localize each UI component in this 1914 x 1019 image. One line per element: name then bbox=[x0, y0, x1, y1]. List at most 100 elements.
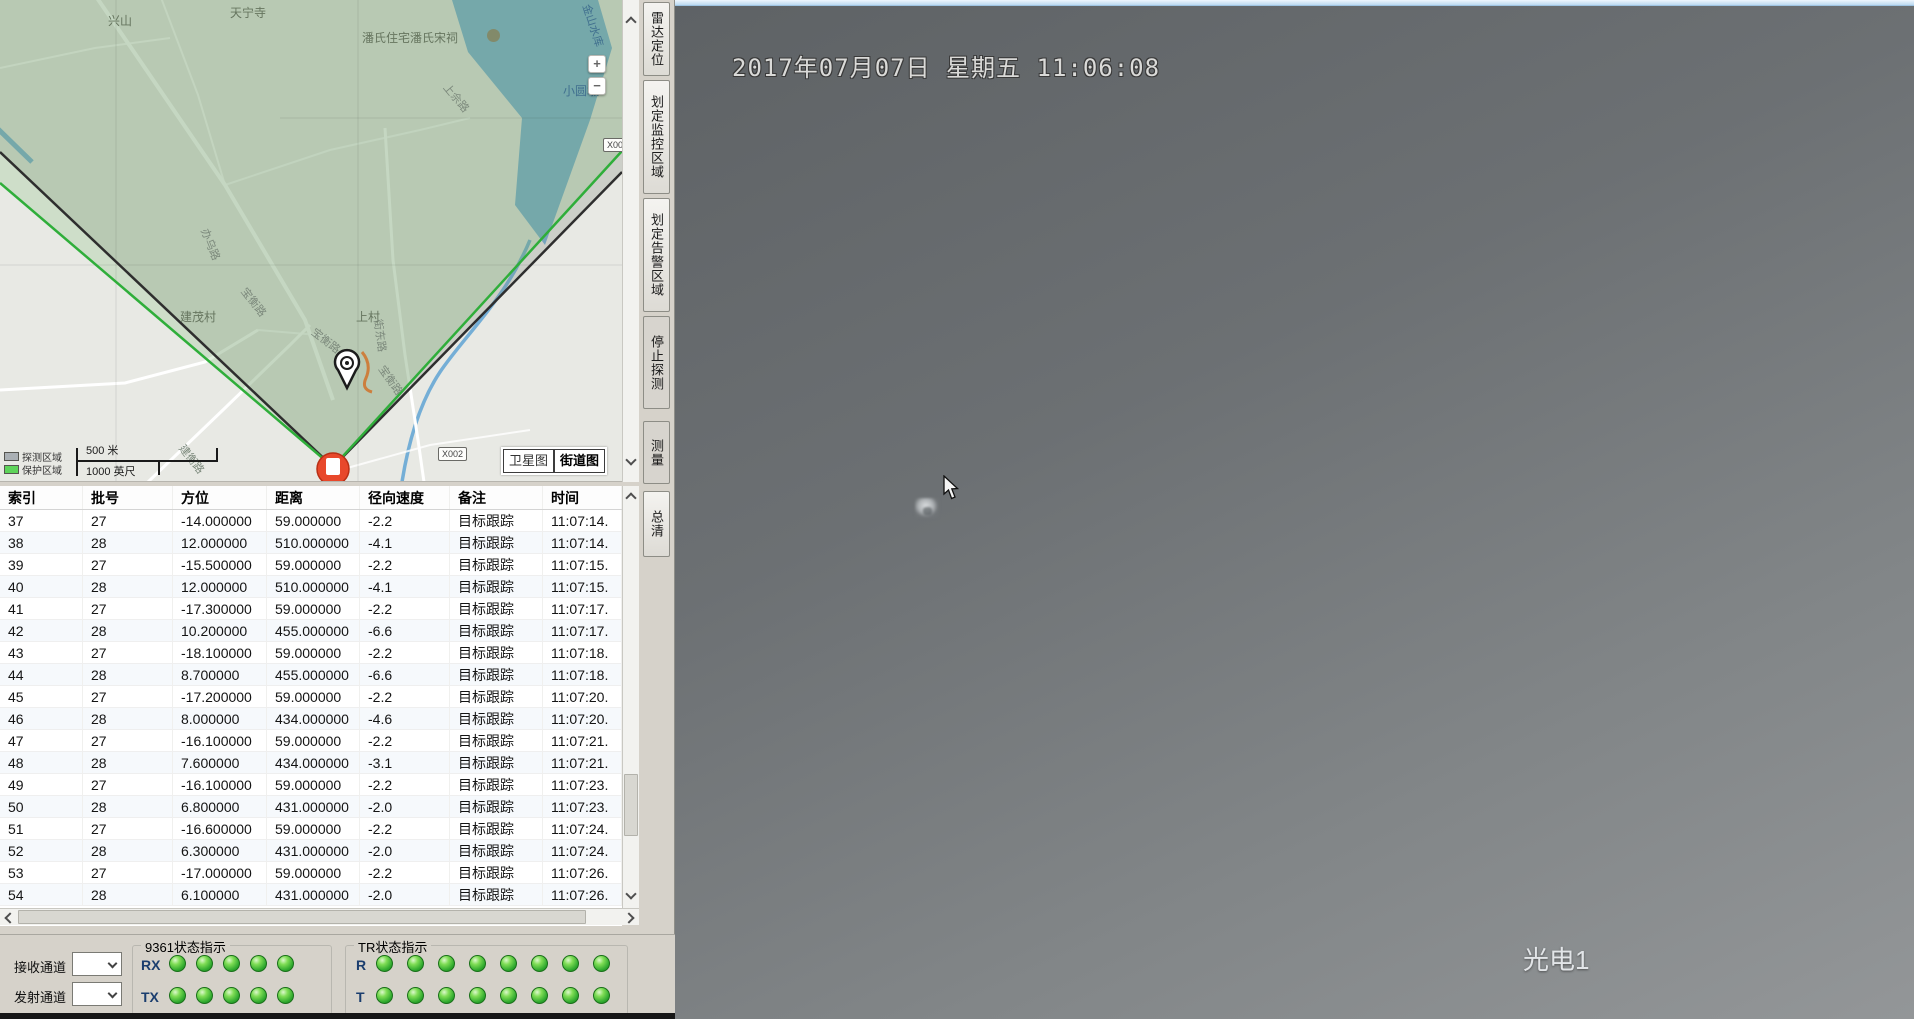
t-label: T bbox=[356, 989, 365, 1005]
chevron-down-icon bbox=[108, 959, 118, 969]
map-scrollbar[interactable] bbox=[622, 0, 639, 482]
tx-led-icon bbox=[196, 987, 213, 1004]
cell-remark: 目标跟踪 bbox=[450, 708, 543, 729]
cell-time: 11:07:24. bbox=[543, 840, 622, 861]
col-header-batch[interactable]: 批号 bbox=[83, 486, 173, 509]
table-row[interactable]: 39 27 -15.500000 59.000000 -2.2 目标跟踪 11:… bbox=[0, 554, 622, 576]
cell-batch: 28 bbox=[83, 708, 173, 729]
cell-index: 54 bbox=[0, 884, 83, 905]
tracked-object bbox=[915, 498, 939, 518]
radar-optoelectronic-console: 兴山 天宁寺 潘氏住宅潘氏宋祠 金山水库 小圆墩 上佘路 办乌路 宝衡路 宝衡路… bbox=[0, 0, 1914, 1019]
r-led-icon bbox=[469, 955, 486, 972]
cell-batch: 28 bbox=[83, 620, 173, 641]
cell-index: 42 bbox=[0, 620, 83, 641]
cell-time: 11:07:17. bbox=[543, 620, 622, 641]
cell-azimuth: 10.200000 bbox=[173, 620, 267, 641]
osd-timestamp: 2017年07月07日 星期五 11:06:08 bbox=[732, 48, 1160, 83]
map-zoom-out-button[interactable]: − bbox=[588, 77, 606, 95]
scroll-up-icon[interactable] bbox=[625, 492, 636, 503]
transmit-channel-select[interactable] bbox=[72, 982, 122, 1006]
cell-time: 11:07:23. bbox=[543, 774, 622, 795]
table-hscrollbar[interactable] bbox=[0, 908, 639, 925]
map-view[interactable]: 兴山 天宁寺 潘氏住宅潘氏宋祠 金山水库 小圆墩 上佘路 办乌路 宝衡路 宝衡路… bbox=[0, 0, 622, 482]
table-row[interactable]: 49 27 -16.100000 59.000000 -2.2 目标跟踪 11:… bbox=[0, 774, 622, 796]
table-row[interactable]: 53 27 -17.000000 59.000000 -2.2 目标跟踪 11:… bbox=[0, 862, 622, 884]
table-row[interactable]: 37 27 -14.000000 59.000000 -2.2 目标跟踪 11:… bbox=[0, 510, 622, 532]
radar-locate-button[interactable]: 雷达定位 bbox=[643, 2, 670, 76]
table-row[interactable]: 40 28 12.000000 510.000000 -4.1 目标跟踪 11:… bbox=[0, 576, 622, 598]
cell-remark: 目标跟踪 bbox=[450, 752, 543, 773]
t-led-icon bbox=[562, 987, 579, 1004]
table-row[interactable]: 45 27 -17.200000 59.000000 -2.2 目标跟踪 11:… bbox=[0, 686, 622, 708]
cell-azimuth: 12.000000 bbox=[173, 532, 267, 553]
cell-batch: 28 bbox=[83, 664, 173, 685]
define-alert-area-button[interactable]: 划定告警区域 bbox=[643, 198, 670, 312]
cell-index: 48 bbox=[0, 752, 83, 773]
scroll-down-icon[interactable] bbox=[625, 454, 636, 465]
col-header-time[interactable]: 时间 bbox=[543, 486, 622, 509]
cell-azimuth: -16.100000 bbox=[173, 774, 267, 795]
table-row[interactable]: 51 27 -16.600000 59.000000 -2.2 目标跟踪 11:… bbox=[0, 818, 622, 840]
table-row[interactable]: 41 27 -17.300000 59.000000 -2.2 目标跟踪 11:… bbox=[0, 598, 622, 620]
table-vscrollbar[interactable] bbox=[622, 486, 639, 908]
camera-name-label: 光电1 bbox=[1523, 940, 1589, 977]
scroll-left-icon[interactable] bbox=[4, 912, 15, 923]
video-feed[interactable]: 2017年07月07日 星期五 11:06:08 光电1 bbox=[675, 0, 1914, 1019]
cell-time: 11:07:26. bbox=[543, 884, 622, 905]
table-row[interactable]: 46 28 8.000000 434.000000 -4.6 目标跟踪 11:0… bbox=[0, 708, 622, 730]
map-zoom-in-button[interactable]: + bbox=[588, 55, 606, 73]
cell-batch: 28 bbox=[83, 576, 173, 597]
receive-channel-select[interactable] bbox=[72, 952, 122, 976]
rx-led-icon bbox=[196, 955, 213, 972]
cell-time: 11:07:17. bbox=[543, 598, 622, 619]
col-header-radialspeed[interactable]: 径向速度 bbox=[360, 486, 450, 509]
cell-distance: 59.000000 bbox=[267, 686, 360, 707]
cell-remark: 目标跟踪 bbox=[450, 730, 543, 751]
cell-time: 11:07:21. bbox=[543, 730, 622, 751]
scroll-right-icon[interactable] bbox=[623, 912, 634, 923]
cell-radialspeed: -6.6 bbox=[360, 620, 450, 641]
hscroll-thumb[interactable] bbox=[18, 910, 586, 924]
table-row[interactable]: 42 28 10.200000 455.000000 -6.6 目标跟踪 11:… bbox=[0, 620, 622, 642]
vscroll-thumb[interactable] bbox=[624, 774, 638, 836]
cell-azimuth: -18.100000 bbox=[173, 642, 267, 663]
col-header-remark[interactable]: 备注 bbox=[450, 486, 543, 509]
cell-time: 11:07:20. bbox=[543, 708, 622, 729]
table-row[interactable]: 38 28 12.000000 510.000000 -4.1 目标跟踪 11:… bbox=[0, 532, 622, 554]
table-row[interactable]: 54 28 6.100000 431.000000 -2.0 目标跟踪 11:0… bbox=[0, 884, 622, 906]
cell-batch: 28 bbox=[83, 884, 173, 905]
col-header-azimuth[interactable]: 方位 bbox=[173, 486, 267, 509]
cell-distance: 59.000000 bbox=[267, 510, 360, 531]
table-row[interactable]: 48 28 7.600000 434.000000 -3.1 目标跟踪 11:0… bbox=[0, 752, 622, 774]
satellite-map-button[interactable]: 卫星图 bbox=[503, 449, 554, 473]
measure-button[interactable]: 测量 bbox=[643, 421, 670, 484]
cell-azimuth: 7.600000 bbox=[173, 752, 267, 773]
cell-remark: 目标跟踪 bbox=[450, 884, 543, 905]
r-led-icon bbox=[438, 955, 455, 972]
table-row[interactable]: 43 27 -18.100000 59.000000 -2.2 目标跟踪 11:… bbox=[0, 642, 622, 664]
cell-time: 11:07:18. bbox=[543, 642, 622, 663]
table-row[interactable]: 50 28 6.800000 431.000000 -2.0 目标跟踪 11:0… bbox=[0, 796, 622, 818]
cell-remark: 目标跟踪 bbox=[450, 818, 543, 839]
cell-distance: 59.000000 bbox=[267, 774, 360, 795]
cell-distance: 510.000000 bbox=[267, 532, 360, 553]
clear-all-button[interactable]: 总清 bbox=[643, 491, 670, 557]
cell-distance: 455.000000 bbox=[267, 620, 360, 641]
radar-site-marker[interactable] bbox=[317, 453, 349, 482]
define-monitor-area-button[interactable]: 划定监控区域 bbox=[643, 80, 670, 194]
cell-remark: 目标跟踪 bbox=[450, 532, 543, 553]
stop-detection-button[interactable]: 停止探测 bbox=[643, 316, 670, 409]
r-led-icon bbox=[376, 955, 393, 972]
col-header-distance[interactable]: 距离 bbox=[267, 486, 360, 509]
table-row[interactable]: 47 27 -16.100000 59.000000 -2.2 目标跟踪 11:… bbox=[0, 730, 622, 752]
col-header-index[interactable]: 索引 bbox=[0, 486, 83, 509]
table-row[interactable]: 44 28 8.700000 455.000000 -6.6 目标跟踪 11:0… bbox=[0, 664, 622, 686]
cell-radialspeed: -2.2 bbox=[360, 686, 450, 707]
cell-distance: 59.000000 bbox=[267, 554, 360, 575]
scroll-up-icon[interactable] bbox=[625, 16, 636, 27]
street-map-button[interactable]: 街道图 bbox=[554, 449, 605, 473]
scroll-down-icon[interactable] bbox=[625, 888, 636, 899]
r-led-icon bbox=[593, 955, 610, 972]
cell-batch: 28 bbox=[83, 752, 173, 773]
table-row[interactable]: 52 28 6.300000 431.000000 -2.0 目标跟踪 11:0… bbox=[0, 840, 622, 862]
